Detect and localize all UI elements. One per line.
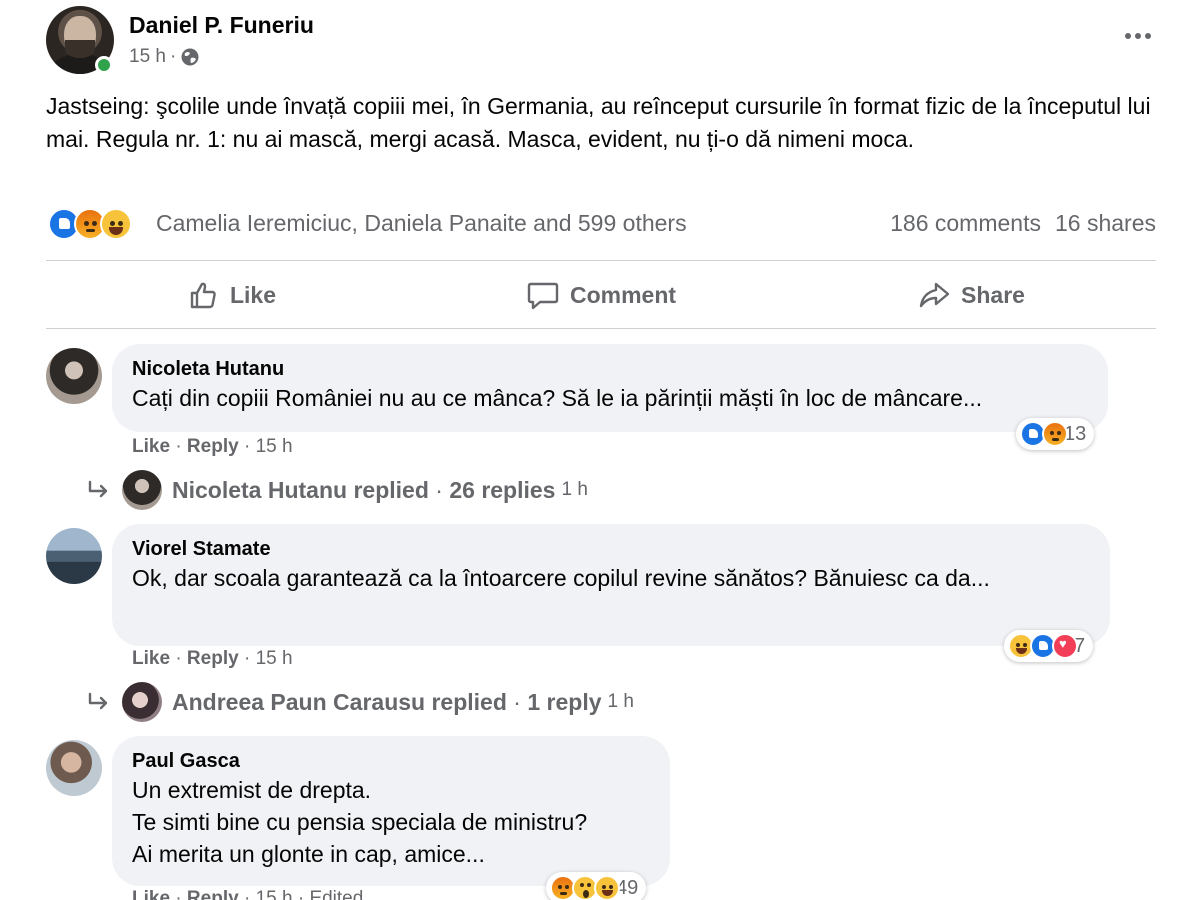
comment-like-button[interactable]: Like — [132, 648, 170, 669]
commenter-name[interactable]: Nicoleta Hutanu — [132, 356, 1088, 382]
post-meta: 15 h · — [129, 46, 200, 68]
comment-time[interactable]: 15 h — [256, 888, 293, 900]
post-time[interactable]: 15 h — [129, 46, 166, 68]
divider — [46, 260, 1156, 261]
share-button-label: Share — [961, 281, 1025, 308]
view-replies-link[interactable]: Nicoleta Hutanu replied · 26 replies 1 h — [86, 468, 588, 512]
commenter-name[interactable]: Viorel Stamate — [132, 536, 1090, 562]
comment-reactions[interactable]: 49 — [546, 872, 647, 900]
post-counts: 186 comments 16 shares — [890, 210, 1156, 237]
more-options-icon[interactable] — [1120, 24, 1156, 48]
haha-reaction-icon — [100, 208, 132, 240]
comment-reply-button[interactable]: Reply — [187, 436, 239, 457]
replier-name: Nicoleta Hutanu — [172, 476, 348, 503]
replied-label: replied — [431, 688, 507, 715]
comment-bubble: Viorel Stamate Ok, dar scoala garantează… — [112, 524, 1110, 646]
shares-count[interactable]: 16 shares — [1055, 210, 1156, 237]
like-button-label: Like — [229, 281, 277, 308]
comment-bubble: Paul Gasca Un extremist de drepta. Te si… — [112, 736, 670, 886]
online-status-icon — [95, 56, 113, 74]
comment-like-button[interactable]: Like — [132, 436, 170, 457]
reply-time: 1 h — [561, 479, 588, 500]
thumbs-up-icon — [190, 282, 216, 309]
divider — [46, 328, 1156, 329]
avatar[interactable] — [46, 348, 102, 404]
replier-name: Andreea Paun Carausu — [172, 688, 426, 715]
comment-actions: Like · Reply · 15 h — [132, 648, 293, 669]
commenter-name[interactable]: Paul Gasca — [132, 748, 650, 774]
comment-like-button[interactable]: Like — [132, 888, 170, 900]
comment-button[interactable]: Comment — [416, 262, 786, 328]
comment-text: Ok, dar scoala garantează ca la întoarce… — [132, 565, 990, 591]
comment-reactions[interactable]: 7 — [1004, 630, 1094, 662]
replies-count: 1 reply — [527, 688, 602, 715]
reply-time: 1 h — [607, 691, 634, 712]
view-replies-link[interactable]: Andreea Paun Carausu replied · 1 reply 1… — [86, 680, 634, 724]
reply-arrow-icon — [88, 480, 108, 498]
globe-icon[interactable] — [180, 47, 200, 67]
haha-reaction-icon — [594, 875, 620, 900]
comments-count[interactable]: 186 comments — [890, 210, 1041, 237]
post-text: Jastseing: şcolile unde învață copiii me… — [46, 93, 1151, 152]
comment-text: Cați din copiii României nu au ce mânca?… — [132, 385, 983, 411]
reaction-icons[interactable] — [48, 208, 132, 240]
reply-arrow-icon — [88, 692, 108, 710]
share-icon — [919, 282, 950, 308]
comment-actions: Like · Reply · 15 h · Edited — [132, 888, 363, 900]
comment-bubble: Nicoleta Hutanu Cați din copiii României… — [112, 344, 1108, 432]
comment-text-line: Ai merita un glonte in cap, amice... — [132, 841, 485, 867]
comment-actions: Like · Reply · 15 h — [132, 436, 293, 457]
comment-button-label: Comment — [569, 281, 677, 308]
comment-icon — [527, 282, 559, 310]
avatar[interactable] — [46, 528, 102, 584]
comment-text-line: Un extremist de drepta. — [132, 777, 372, 803]
comment-time[interactable]: 15 h — [256, 648, 293, 669]
comment-reply-button[interactable]: Reply — [187, 648, 239, 669]
avatar[interactable] — [46, 740, 102, 796]
meta-separator: · — [169, 46, 177, 67]
angry-reaction-icon — [1042, 421, 1068, 447]
love-reaction-icon — [1052, 633, 1078, 659]
replies-count: 26 replies — [449, 476, 556, 503]
edited-label[interactable]: Edited — [309, 888, 363, 900]
author-name[interactable]: Daniel P. Funeriu — [129, 12, 314, 39]
like-button[interactable]: Like — [46, 262, 416, 328]
avatar — [122, 470, 162, 510]
comment-text-line: Te simti bine cu pensia speciala de mini… — [132, 809, 588, 835]
reactions-summary: Camelia Ieremiciuc, Daniela Panaite and … — [48, 206, 1156, 242]
reaction-names[interactable]: Camelia Ieremiciuc, Daniela Panaite and … — [156, 210, 687, 237]
post-header: Daniel P. Funeriu 15 h · — [46, 6, 1156, 80]
share-button[interactable]: Share — [786, 262, 1156, 328]
comment-reply-button[interactable]: Reply — [187, 888, 239, 900]
comment-reactions[interactable]: 13 — [1016, 418, 1095, 450]
replied-label: replied — [353, 476, 429, 503]
post-actions: Like Comment Share — [46, 262, 1156, 328]
comment-time[interactable]: 15 h — [256, 436, 293, 457]
avatar — [122, 682, 162, 722]
